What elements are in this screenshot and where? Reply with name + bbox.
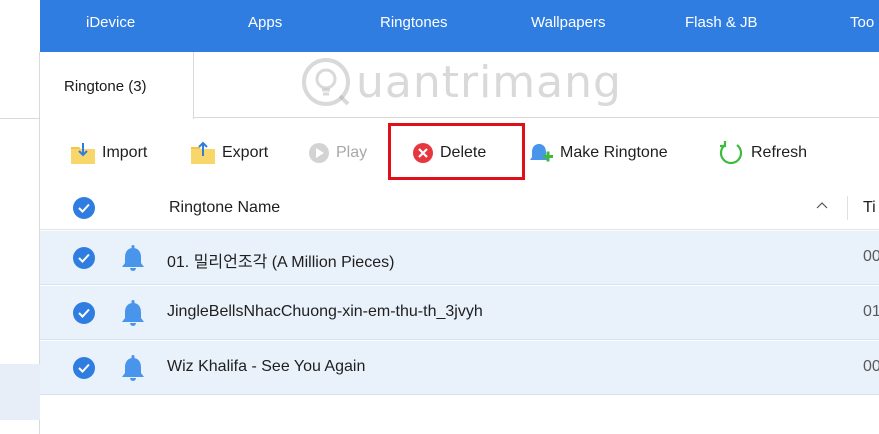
play-icon bbox=[309, 143, 329, 163]
column-header-name[interactable]: Ringtone Name bbox=[169, 199, 280, 217]
delete-icon bbox=[413, 143, 433, 163]
nav-item-apps[interactable]: Apps bbox=[248, 14, 282, 31]
nav-item-flash-jb[interactable]: Flash & JB bbox=[685, 14, 758, 31]
nav-item-idevice[interactable]: iDevice bbox=[86, 14, 135, 31]
bell-plus-icon bbox=[530, 144, 553, 162]
play-button[interactable]: Play bbox=[308, 140, 367, 166]
play-label: Play bbox=[336, 144, 368, 161]
ringtone-name: Wiz Khalifa - See You Again bbox=[167, 358, 366, 375]
table-row[interactable]: JingleBellsNhacChuong-xin-em-thu-th_3jvy… bbox=[40, 286, 879, 340]
export-button[interactable]: Export bbox=[190, 140, 268, 166]
nav-item-ringtones[interactable]: Ringtones bbox=[380, 14, 448, 31]
bell-icon bbox=[122, 245, 144, 271]
sidebar-selected-item[interactable] bbox=[0, 364, 40, 420]
ringtone-name: JingleBellsNhacChuong-xin-em-thu-th_3jvy… bbox=[167, 303, 483, 320]
bell-icon bbox=[122, 300, 144, 326]
toolbar: Import Export Play Delete Make Ringtone … bbox=[40, 120, 879, 186]
check-icon bbox=[78, 253, 90, 263]
row-checkbox[interactable] bbox=[73, 247, 95, 269]
delete-label: Delete bbox=[440, 144, 487, 161]
sidebar-divider bbox=[0, 118, 40, 119]
make-ringtone-button[interactable]: Make Ringtone bbox=[528, 140, 668, 166]
export-label: Export bbox=[222, 144, 269, 161]
tab-strip: Ringtone (3) bbox=[40, 52, 879, 119]
select-all-checkbox[interactable] bbox=[73, 197, 95, 219]
table-row[interactable]: 01. 밀리언조각 (A Million Pieces) 00 bbox=[40, 231, 879, 285]
table-row[interactable]: Wiz Khalifa - See You Again 00 bbox=[40, 341, 879, 395]
refresh-button[interactable]: Refresh bbox=[717, 140, 807, 166]
sort-ascending-icon[interactable] bbox=[816, 200, 828, 210]
table-header: Ringtone Name Ti bbox=[40, 186, 879, 230]
top-nav-bar: iDevice Apps Ringtones Wallpapers Flash … bbox=[40, 0, 879, 52]
refresh-label: Refresh bbox=[751, 144, 808, 161]
check-icon bbox=[78, 363, 90, 373]
column-header-time[interactable]: Ti bbox=[863, 199, 876, 217]
check-icon bbox=[78, 308, 90, 318]
bell-icon bbox=[122, 355, 144, 381]
refresh-icon bbox=[719, 141, 743, 165]
row-checkbox[interactable] bbox=[73, 302, 95, 324]
check-icon bbox=[78, 203, 90, 213]
import-button[interactable]: Import bbox=[70, 140, 147, 166]
row-checkbox[interactable] bbox=[73, 357, 95, 379]
app-window: iDevice Apps Ringtones Wallpapers Flash … bbox=[0, 0, 879, 434]
nav-item-toolbox[interactable]: Too bbox=[850, 14, 874, 31]
ringtone-time: 01 bbox=[863, 303, 879, 320]
ringtone-name: 01. 밀리언조각 (A Million Pieces) bbox=[167, 254, 395, 271]
export-folder-icon bbox=[191, 141, 215, 164]
left-sidebar bbox=[0, 52, 40, 434]
ringtone-table: Ringtone Name Ti 01. 밀리언조각 (A Million Pi… bbox=[40, 186, 879, 434]
column-divider[interactable] bbox=[847, 196, 848, 220]
import-folder-icon bbox=[71, 143, 95, 164]
tab-ringtone-label: Ringtone (3) bbox=[64, 78, 147, 95]
make-ringtone-label: Make Ringtone bbox=[560, 144, 668, 161]
tab-ringtone[interactable]: Ringtone (3) bbox=[40, 52, 194, 119]
import-label: Import bbox=[102, 144, 148, 161]
ringtone-time: 00 bbox=[863, 248, 879, 265]
delete-button[interactable]: Delete bbox=[412, 140, 486, 166]
ringtone-time: 00 bbox=[863, 358, 879, 375]
nav-item-wallpapers[interactable]: Wallpapers bbox=[531, 14, 605, 31]
